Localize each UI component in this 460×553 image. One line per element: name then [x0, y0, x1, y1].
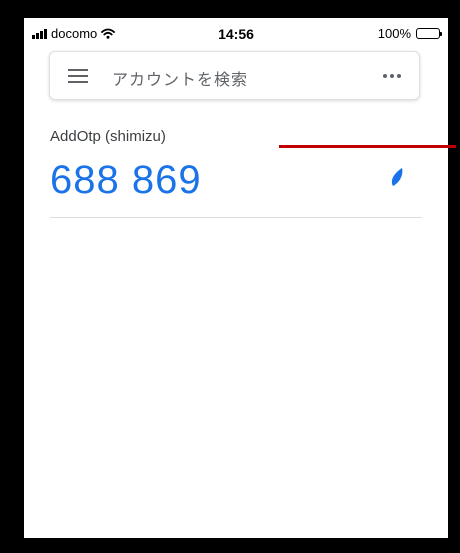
more-icon[interactable] — [383, 74, 401, 78]
status-bar: docomo 14:56 100% — [24, 18, 448, 48]
battery-icon — [416, 28, 442, 39]
annotation-line — [279, 145, 456, 148]
timer-icon — [391, 168, 403, 186]
status-right: 100% — [377, 26, 442, 41]
search-input[interactable]: アカウントを検索 — [112, 66, 248, 90]
otp-code[interactable]: 688 869 — [50, 158, 202, 202]
account-name: AddOtp (shimizu) — [50, 128, 166, 145]
battery-percent: 100% — [377, 26, 411, 41]
search-bar[interactable]: アカウントを検索 — [49, 51, 420, 100]
divider — [50, 217, 422, 218]
phone-screen: docomo 14:56 100% アカウントを検索 AddOtp (shimi… — [24, 18, 448, 538]
menu-icon[interactable] — [68, 69, 88, 83]
